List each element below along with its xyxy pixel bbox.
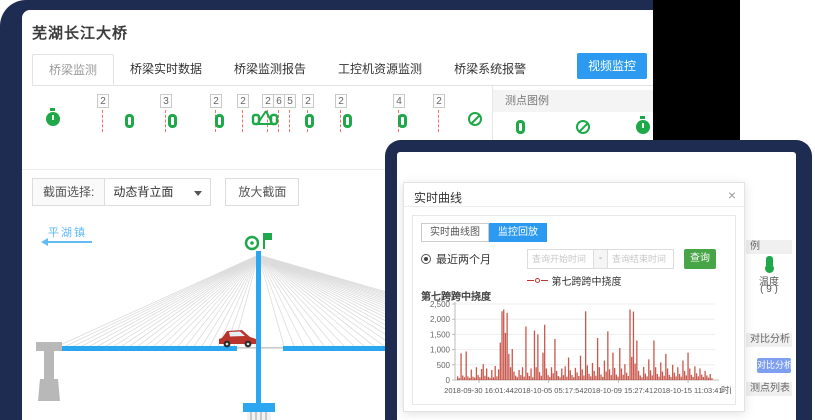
sensor-dash-line <box>438 110 439 132</box>
section-select-label: 截面选择: <box>32 178 105 206</box>
temperature-count: ( 9 ) <box>746 284 792 295</box>
sensor-count-badge: 5 <box>284 94 296 108</box>
sidebar-legend-header: 例 <box>746 240 792 254</box>
chart-legend[interactable]: 第七跨跨中挠度 <box>421 274 727 286</box>
sensor-dash-line <box>242 110 243 132</box>
desktop-black-region <box>650 0 740 146</box>
query-button[interactable]: 查询 <box>684 249 716 269</box>
modal-body: 实时曲线图 监控回放 最近两个月 - 查询 第七跨跨中挠度 第 <box>412 215 736 405</box>
dropdown-caret-icon <box>194 191 202 196</box>
link-sensor-icon[interactable] <box>125 114 134 128</box>
video-monitor-button[interactable]: 视频监控 <box>577 53 647 79</box>
sensor-count-badge: 4 <box>393 94 405 108</box>
query-end-time-input[interactable] <box>607 249 674 269</box>
tower-foundation-cap <box>243 403 275 412</box>
section-select-value: 动态背立面 <box>113 185 173 199</box>
link-sensor-icon[interactable] <box>398 114 407 128</box>
sensor-count-badge: 3 <box>160 94 172 108</box>
secondary-window-content: 例 温度 ( 9 ) 对比分析 对比分析 测点列表 实时曲线 × 实时曲线图 监… <box>397 152 796 420</box>
sensor-dash-line <box>165 110 166 132</box>
query-start-time-input[interactable] <box>527 249 594 269</box>
svg-text:2,000: 2,000 <box>430 315 451 324</box>
modal-header: 实时曲线 × <box>404 183 744 207</box>
bridge-sensor-icon[interactable] <box>250 108 280 133</box>
bridge-tower <box>256 251 261 407</box>
query-row: 最近两个月 - 查询 <box>421 249 727 269</box>
tab-1[interactable]: 桥梁实时数据 <box>114 54 218 85</box>
temperature-icon[interactable] <box>766 256 773 268</box>
svg-text:1,500: 1,500 <box>430 330 451 339</box>
svg-text:2018-09-30 16:01:44: 2018-09-30 16:01:44 <box>444 386 514 395</box>
link-sensor-icon[interactable] <box>305 114 314 128</box>
svg-text:时间: 时间 <box>721 385 731 395</box>
legend-series-label: 第七跨跨中挠度 <box>552 273 622 288</box>
sidebar-list-header: 测点列表 <box>746 382 792 396</box>
bridge-deck-left <box>55 346 237 351</box>
close-icon[interactable]: × <box>728 187 736 203</box>
page-title: 芜湖长江大桥 <box>32 22 128 43</box>
section-select-dropdown[interactable]: 动态背立面 <box>105 178 211 206</box>
last-two-months-label: 最近两个月 <box>436 251 491 267</box>
tab-0[interactable]: 桥梁监测 <box>32 54 114 85</box>
tab-4[interactable]: 桥梁系统报警 <box>438 54 542 85</box>
svg-text:2,500: 2,500 <box>430 300 451 309</box>
left-abutment <box>36 342 62 401</box>
chart-title: 第七跨跨中挠度 <box>421 288 727 300</box>
sensor-count-badge: 2 <box>210 94 222 108</box>
ban-sensor-icon[interactable] <box>468 112 482 126</box>
compare-analysis-button[interactable]: 对比分析 <box>757 358 791 373</box>
link-sensor-icon[interactable] <box>343 114 352 128</box>
clock-sensor-icon[interactable] <box>46 112 60 126</box>
deflection-chart: 0 500 1,000 1,500 2,000 2,500 2018-09-30 16:01… <box>421 300 731 404</box>
sensor-dash-line <box>340 110 341 132</box>
tower-piles <box>247 412 271 420</box>
svg-text:0: 0 <box>446 376 451 385</box>
sensor-count-badge: 2 <box>237 94 249 108</box>
gps-sensor-icon[interactable] <box>264 233 272 240</box>
zoom-section-button[interactable]: 放大截面 <box>225 178 299 206</box>
tab-2[interactable]: 桥梁监测报告 <box>218 54 322 85</box>
link-sensor-icon[interactable] <box>215 114 224 128</box>
clock-sensor-icon[interactable] <box>636 120 650 134</box>
sensor-count-badge: 2 <box>97 94 109 108</box>
svg-text:500: 500 <box>437 361 451 370</box>
link-sensor-icon[interactable] <box>168 114 177 128</box>
sensor-count-badge: 2 <box>302 94 314 108</box>
sensor-count-badge: 2 <box>433 94 445 108</box>
svg-text:2018-10-05 05:17:54: 2018-10-05 05:17:54 <box>514 386 584 395</box>
sensor-dash-line <box>102 110 103 132</box>
sensor-dash-line <box>289 110 290 132</box>
main-tab-bar: 桥梁监测桥梁实时数据桥梁监测报告工控机资源监测桥梁系统报警 视频监控 <box>32 55 653 86</box>
link-sensor-icon[interactable] <box>516 120 525 134</box>
svg-text:2018-10-15 11:03:41: 2018-10-15 11:03:41 <box>654 386 723 395</box>
date-range-separator: - <box>594 249 607 269</box>
last-two-months-radio[interactable] <box>421 254 431 264</box>
realtime-curve-modal: 实时曲线 × 实时曲线图 监控回放 最近两个月 - 查询 <box>403 182 745 412</box>
modal-tab-row: 实时曲线图 监控回放 <box>421 223 727 242</box>
car <box>219 330 256 347</box>
legend-panel-header: 测点图例 <box>493 90 653 112</box>
tab-3[interactable]: 工控机资源监测 <box>322 54 438 85</box>
sidebar-compare-header: 对比分析 <box>746 333 792 347</box>
tab-monitor-playback[interactable]: 监控回放 <box>489 223 547 242</box>
ban-sensor-icon[interactable] <box>576 120 590 134</box>
section-controls: 截面选择: 动态背立面 放大截面 <box>32 178 299 206</box>
svg-text:2018-10-09 15:27:41: 2018-10-09 15:27:41 <box>584 386 654 395</box>
legend-marker-icon <box>527 280 534 281</box>
tab-realtime-curve[interactable]: 实时曲线图 <box>421 223 489 242</box>
svg-text:1,000: 1,000 <box>430 346 451 355</box>
modal-title: 实时曲线 <box>414 189 462 206</box>
secondary-window-frame: 例 温度 ( 9 ) 对比分析 对比分析 测点列表 实时曲线 × 实时曲线图 监… <box>385 140 812 420</box>
sensor-count-badge: 2 <box>335 94 347 108</box>
